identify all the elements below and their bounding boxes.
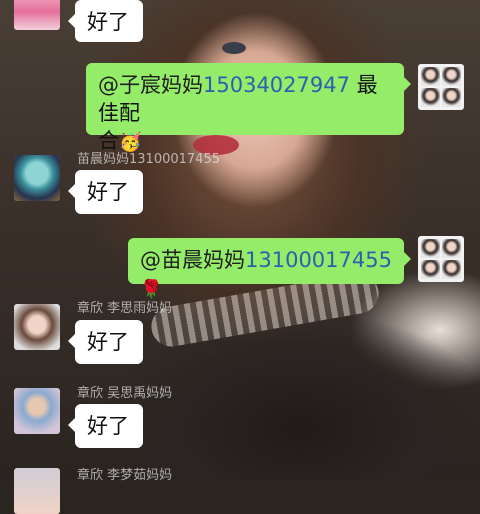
mention-name[interactable]: @苗晨妈妈 xyxy=(140,248,245,272)
sender-avatar[interactable] xyxy=(14,155,60,201)
message-bubble[interactable]: 好了 xyxy=(68,320,143,364)
message-text: 好了 xyxy=(87,414,129,438)
background-eye xyxy=(222,42,246,54)
my-avatar[interactable] xyxy=(418,64,464,110)
message-text: 好了 xyxy=(87,10,129,34)
sender-nickname: 章欣 李梦茹妈妈 xyxy=(77,468,173,483)
mention-name[interactable]: @子宸妈妈 xyxy=(98,73,203,97)
sender-nickname: 章欣 吴思禹妈妈 xyxy=(77,386,173,401)
mention-phone[interactable]: 15034027947 xyxy=(203,73,350,97)
message-text: 好了 xyxy=(87,180,129,204)
sender-avatar[interactable] xyxy=(14,388,60,434)
message-bubble[interactable]: 好了 xyxy=(68,404,143,448)
message-bubble-sent[interactable]: @苗晨妈妈13100017455 🌹 xyxy=(128,238,411,300)
message-bubble-sent[interactable]: @子宸妈妈15034027947 最佳配 合🥳 xyxy=(86,63,411,153)
sender-nickname: 章欣 李思雨妈妈 xyxy=(77,301,173,316)
my-avatar[interactable] xyxy=(418,236,464,282)
sender-avatar[interactable] xyxy=(14,304,60,350)
sender-avatar[interactable] xyxy=(14,468,60,514)
mention-phone[interactable]: 13100017455 xyxy=(245,248,392,272)
sender-avatar[interactable] xyxy=(14,0,60,30)
message-bubble[interactable]: 好了 xyxy=(68,0,143,42)
message-bubble[interactable]: 好了 xyxy=(68,170,143,214)
sender-nickname: 苗晨妈妈13100017455 xyxy=(77,152,220,167)
message-text: 好了 xyxy=(87,330,129,354)
